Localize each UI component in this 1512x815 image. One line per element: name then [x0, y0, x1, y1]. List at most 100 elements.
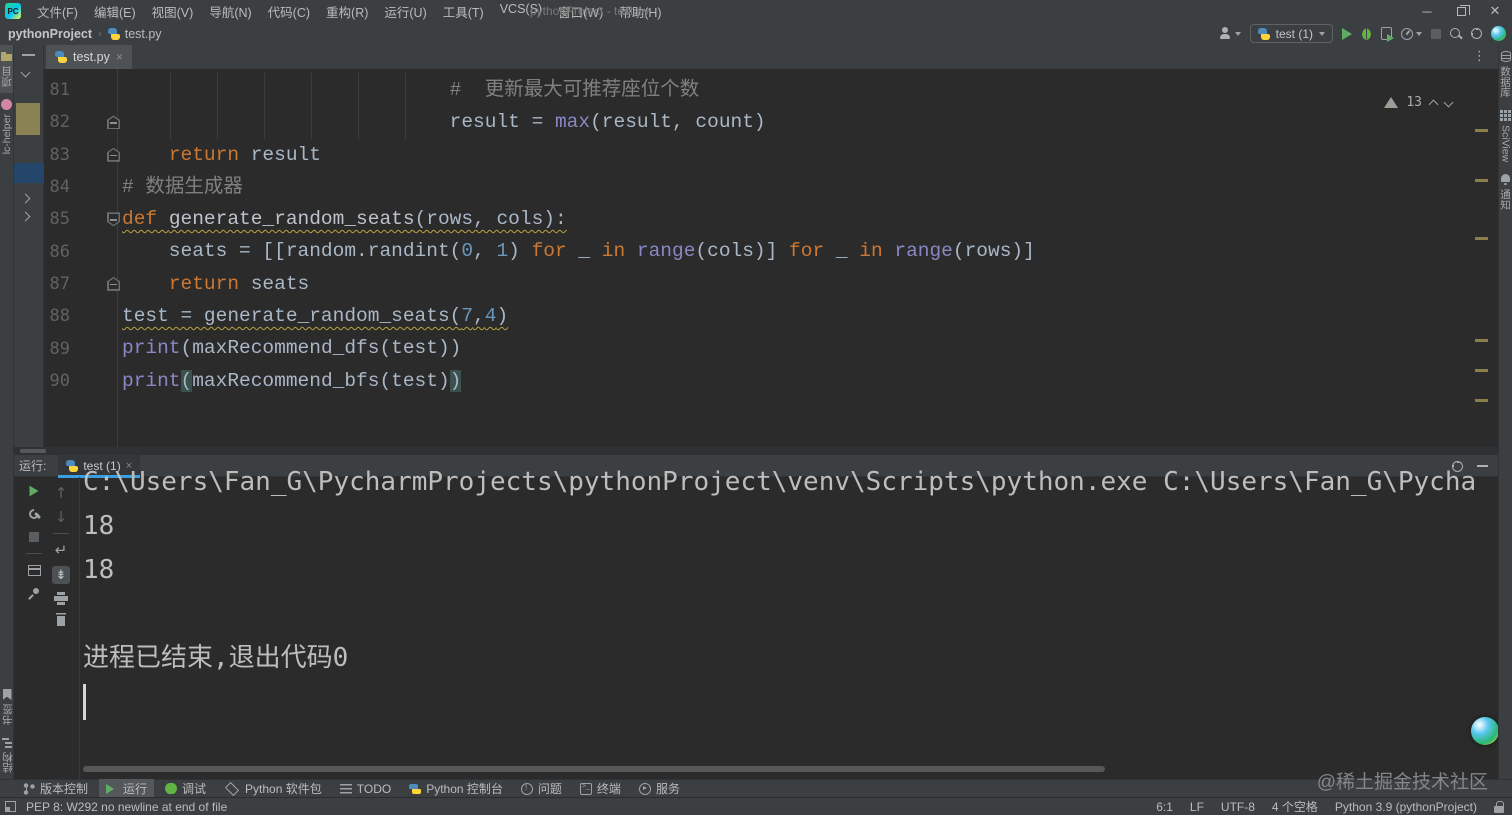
up-stack-trace-icon[interactable]: ↑ [55, 485, 68, 501]
breadcrumb-project[interactable]: pythonProject [8, 27, 92, 41]
code-text[interactable]: def generate_random_seats(rows, cols): [122, 203, 567, 235]
chevron-down-icon[interactable] [20, 67, 31, 78]
line-number[interactable]: 83 [44, 145, 70, 165]
console-horizontal-scrollbar[interactable] [83, 766, 1105, 772]
menubar-item[interactable]: 代码(C) [260, 0, 318, 24]
stripe-item-SciView[interactable]: SciView [1499, 104, 1512, 168]
assistant-sphere-icon[interactable] [1471, 717, 1499, 745]
menubar-item[interactable]: 视图(V) [144, 0, 202, 24]
stripe-item-lc-helper[interactable]: lc-helper [0, 93, 13, 160]
restore-layout-icon[interactable] [27, 565, 41, 576]
code-text[interactable]: print(maxRecommend_bfs(test)) [122, 365, 462, 397]
inspection-mark[interactable] [1475, 339, 1488, 342]
soft-wrap-icon[interactable]: ↵ [55, 542, 68, 558]
code-text[interactable]: seats = [[random.randint(0, 1) for _ in … [122, 235, 1035, 267]
project-pane-collapsed[interactable] [14, 45, 44, 447]
hide-run-panel-icon[interactable] [1477, 465, 1488, 467]
tab-options-icon[interactable]: ⋮ [1473, 48, 1486, 64]
code-text[interactable]: # 更新最大可推荐座位个数 [122, 74, 700, 106]
scroll-to-end-icon[interactable]: ⇟ [52, 566, 70, 584]
minimize-button[interactable]: ─ [1410, 0, 1444, 22]
menubar-item[interactable]: 运行(U) [376, 0, 434, 24]
inspection-mark[interactable] [1475, 129, 1488, 132]
line-separator[interactable]: LF [1190, 800, 1204, 814]
settings-button[interactable] [1471, 28, 1482, 39]
menubar-item[interactable]: 工具(T) [435, 0, 492, 24]
line-number[interactable]: 90 [44, 371, 70, 391]
toolwindow-button-运行[interactable]: 运行 [99, 779, 155, 798]
stripe-item-数据库[interactable]: 数据库 [1499, 45, 1512, 104]
fold-region-icon[interactable] [107, 212, 120, 227]
code-text[interactable]: print(maxRecommend_dfs(test)) [122, 332, 461, 364]
line-number[interactable]: 82 [44, 112, 70, 132]
chevron-right-icon[interactable] [20, 193, 31, 204]
code-text[interactable]: test = generate_random_seats(7,4) [122, 300, 508, 332]
breadcrumb-file[interactable]: test.py [125, 27, 162, 41]
toolwindow-button-Python 控制台[interactable]: Python 控制台 [402, 779, 510, 798]
debug-button[interactable] [1361, 27, 1372, 40]
selected-tree-row[interactable] [14, 163, 44, 183]
interpreter[interactable]: Python 3.9 (pythonProject) [1335, 800, 1477, 814]
close-tab-icon[interactable]: × [116, 50, 123, 64]
caret-position[interactable]: 6:1 [1156, 800, 1173, 814]
toolwindow-button-问题[interactable]: 问题 [514, 779, 569, 798]
menubar-item[interactable]: 重构(R) [318, 0, 376, 24]
status-message[interactable]: PEP 8: W292 no newline at end of file [26, 800, 227, 814]
line-number[interactable]: 85 [44, 209, 70, 229]
next-problem-icon[interactable] [1443, 97, 1454, 108]
indent-setting[interactable]: 4 个空格 [1272, 798, 1318, 815]
inspection-mark[interactable] [1475, 399, 1488, 402]
code-text[interactable]: result = max(result, count) [122, 106, 766, 138]
inspection-mark[interactable] [1475, 179, 1488, 182]
rerun-button[interactable] [29, 485, 39, 497]
coverage-button[interactable] [1381, 27, 1394, 42]
stripe-item-书签[interactable]: 书签 [0, 683, 14, 731]
inspection-mark[interactable] [1475, 237, 1488, 240]
restore-button[interactable] [1444, 0, 1478, 22]
code-text[interactable]: # 数据生成器 [122, 171, 243, 203]
stop-button[interactable] [1431, 28, 1441, 39]
assistant-ball-icon[interactable] [1491, 26, 1506, 41]
code-text[interactable]: return seats [122, 268, 309, 300]
chevron-right-icon[interactable] [20, 211, 31, 222]
line-number[interactable]: 86 [44, 242, 70, 262]
stripe-item-通知[interactable]: 通知 [1499, 168, 1512, 216]
search-everywhere-button[interactable] [1450, 27, 1462, 40]
toolwindow-button-服务[interactable]: 服务 [632, 779, 687, 798]
profiler-button[interactable] [1401, 27, 1422, 40]
line-number[interactable]: 88 [44, 306, 70, 326]
menubar-item[interactable]: 导航(N) [201, 0, 259, 24]
line-number[interactable]: 89 [44, 339, 70, 359]
editor-body[interactable]: 81 # 更新最大可推荐座位个数 82 result = max(result, … [44, 69, 1498, 457]
fold-region-icon[interactable] [107, 115, 120, 130]
toolwindow-button-调试[interactable]: 调试 [158, 779, 213, 798]
file-encoding[interactable]: UTF-8 [1221, 800, 1255, 814]
inspection-mark[interactable] [1475, 369, 1488, 372]
hide-pane-icon[interactable] [22, 54, 35, 56]
tool-window-toggle-icon[interactable] [5, 801, 16, 812]
lock-icon[interactable] [1494, 800, 1504, 813]
stop-button[interactable] [29, 532, 39, 542]
toolwindow-button-Python 软件包[interactable]: Python 软件包 [217, 779, 329, 798]
stripe-item-结构[interactable]: 结构 [0, 731, 14, 779]
run-options-icon[interactable] [28, 508, 41, 521]
line-number[interactable]: 87 [44, 274, 70, 294]
toolwindow-button-版本控制[interactable]: 版本控制 [16, 779, 95, 798]
print-icon[interactable] [54, 592, 68, 605]
profile-button[interactable] [1218, 27, 1241, 40]
fold-region-icon[interactable] [107, 147, 120, 162]
line-number[interactable]: 81 [44, 80, 70, 100]
close-button[interactable]: ✕ [1478, 0, 1512, 22]
line-number[interactable]: 84 [44, 177, 70, 197]
toolwindow-button-终端[interactable]: 终端 [573, 779, 628, 798]
stripe-item-项目[interactable]: 项目 [0, 45, 13, 93]
console-output[interactable]: C:\Users\Fan_G\PycharmProjects\pythonPro… [83, 460, 1478, 720]
clear-console-icon[interactable] [55, 613, 67, 626]
run-button[interactable] [1342, 27, 1352, 40]
menubar-item[interactable]: 文件(F) [29, 0, 86, 24]
pin-tab-icon[interactable] [28, 587, 41, 600]
menubar-item[interactable]: 编辑(E) [86, 0, 144, 24]
toolwindow-button-TODO[interactable]: TODO [333, 781, 398, 797]
tab-test-py[interactable]: test.py × [46, 45, 132, 69]
code-text[interactable]: return result [122, 139, 321, 171]
